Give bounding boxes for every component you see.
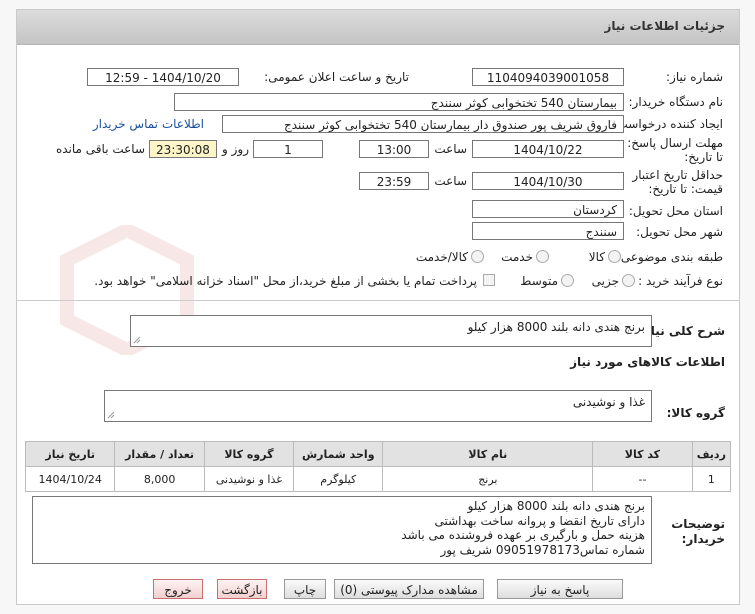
category-both-radio[interactable] [471,250,484,263]
requester-label: ایجاد کننده درخواست: [612,117,723,131]
validity-time-field: 23:59 [359,172,429,190]
cell-row-number: 1 [691,466,732,492]
exit-button[interactable]: خروج [153,579,203,599]
buyer-notes-line: برنج هندی دانه بلند 8000 هزار کیلو [467,499,645,513]
goods-group-field: غذا و نوشیدنی [104,390,652,422]
goods-table: ردیف کد کالا نام کالا واحد شمارش گروه کا… [24,441,732,492]
process-minor-label: جزیی [591,274,619,288]
need-details-panel: جزئیات اطلاعات نیاز شماره نیاز: 11040940… [16,9,740,605]
reply-button[interactable]: پاسخ به نیاز [497,579,623,599]
panel-header: جزئیات اطلاعات نیاز [17,10,739,45]
deadline-date-field: 1404/10/22 [472,140,624,158]
col-need-date: تاریخ نیاز [24,441,116,467]
print-button[interactable]: چاپ [284,579,326,599]
col-row-number: ردیف [691,441,732,467]
announce-field: 1404/10/20 - 12:59 [87,68,239,86]
table-header-row: ردیف کد کالا نام کالا واحد شمارش گروه کا… [24,441,732,467]
remaining-time-field: 23:30:08 [149,140,217,158]
buyer-notes-line: شماره تماس09051978173 شریف پور [440,542,645,557]
goods-group-label: گروه کالا: [666,406,725,420]
goods-group-text: غذا و نوشیدنی [572,395,645,409]
deadline-time-field: 13:00 [359,140,429,158]
buyer-org-field: بیمارستان 540 تختخوابی کوثر سنندج [174,93,624,111]
announce-label: تاریخ و ساعت اعلان عمومی: [264,70,409,84]
deadline-time-label: ساعت [434,142,467,156]
province-label: استان محل تحویل: [628,204,723,218]
validity-time-label: ساعت [434,174,467,188]
category-service-radio[interactable] [536,250,549,263]
province-field: کردستان [472,200,624,218]
remaining-label: ساعت باقی مانده [55,142,145,156]
buyer-contact-link[interactable]: اطلاعات تماس خریدار [93,117,204,131]
summary-text: برنج هندی دانه بلند 8000 هزار کیلو [467,320,645,334]
buyer-notes-line: هزینه حمل و بارگیری بر عهده فروشنده می ب… [401,528,645,542]
category-goods-radio[interactable] [608,250,621,263]
cell-need-date: 1404/10/24 [24,466,116,492]
col-item-code: کد کالا [592,441,693,467]
buyer-org-label: نام دستگاه خریدار: [628,95,724,109]
process-label: نوع فرآیند خرید : [638,274,723,288]
days-field: 1 [253,140,323,158]
validity-date-field: 1404/10/30 [472,172,624,190]
category-service-label: خدمت [501,250,533,264]
category-both-label: کالا/خدمت [415,250,468,264]
days-label: روز و [222,142,249,156]
cell-quantity: 8,000 [114,466,205,492]
category-goods-label: کالا [588,250,605,264]
treasury-payment-checkbox[interactable] [483,274,495,286]
resize-grip-icon[interactable] [133,336,141,344]
divider [17,300,739,301]
cell-item-code: -- [592,466,693,492]
process-minor-radio[interactable] [622,274,635,287]
requester-field: فاروق شریف پور صندوق دار بیمارستان 540 ت… [222,115,624,133]
deadline-label: مهلت ارسال پاسخ: تا تاریخ: [627,136,723,164]
buyer-notes-field: برنج هندی دانه بلند 8000 هزار کیلو دارای… [32,496,652,564]
process-medium-label: متوسط [520,274,558,288]
cell-item-name: برنج [382,466,594,492]
panel-title: جزئیات اطلاعات نیاز [604,19,725,33]
summary-field: برنج هندی دانه بلند 8000 هزار کیلو [130,315,652,347]
resize-grip-icon[interactable] [107,411,115,419]
process-medium-radio[interactable] [561,274,574,287]
need-number-label: شماره نیاز: [666,70,723,84]
cell-group: غذا و نوشیدنی [203,466,295,492]
need-number-field: 1104094039001058 [472,68,624,86]
col-unit: واحد شمارش [293,441,384,467]
col-item-name: نام کالا [382,441,594,467]
validity-label: حداقل تاریخ اعتبار قیمت: تا تاریخ: [632,168,723,196]
city-label: شهر محل تحویل: [636,225,723,239]
col-quantity: تعداد / مقدار [114,441,205,467]
cell-unit: کیلوگرم [293,466,384,492]
table-row[interactable]: 1 -- برنج کیلوگرم غذا و نوشیدنی 8,000 14… [24,466,732,492]
treasury-payment-note: پرداخت تمام یا بخشی از مبلغ خرید،از محل … [94,274,477,288]
col-group: گروه کالا [203,441,295,467]
goods-section-title: اطلاعات کالاهای مورد نیاز [570,355,725,369]
attachments-button[interactable]: مشاهده مدارک پیوستی (0) [334,579,484,599]
buyer-notes-line: دارای تاریخ انقضا و پروانه ساخت بهداشتی [434,513,645,528]
city-field: سنندج [472,222,624,240]
buyer-notes-label: توضیحات خریدار: [671,517,725,546]
category-label: طبقه بندی موضوعی: [616,250,723,264]
back-button[interactable]: بازگشت [217,579,267,599]
